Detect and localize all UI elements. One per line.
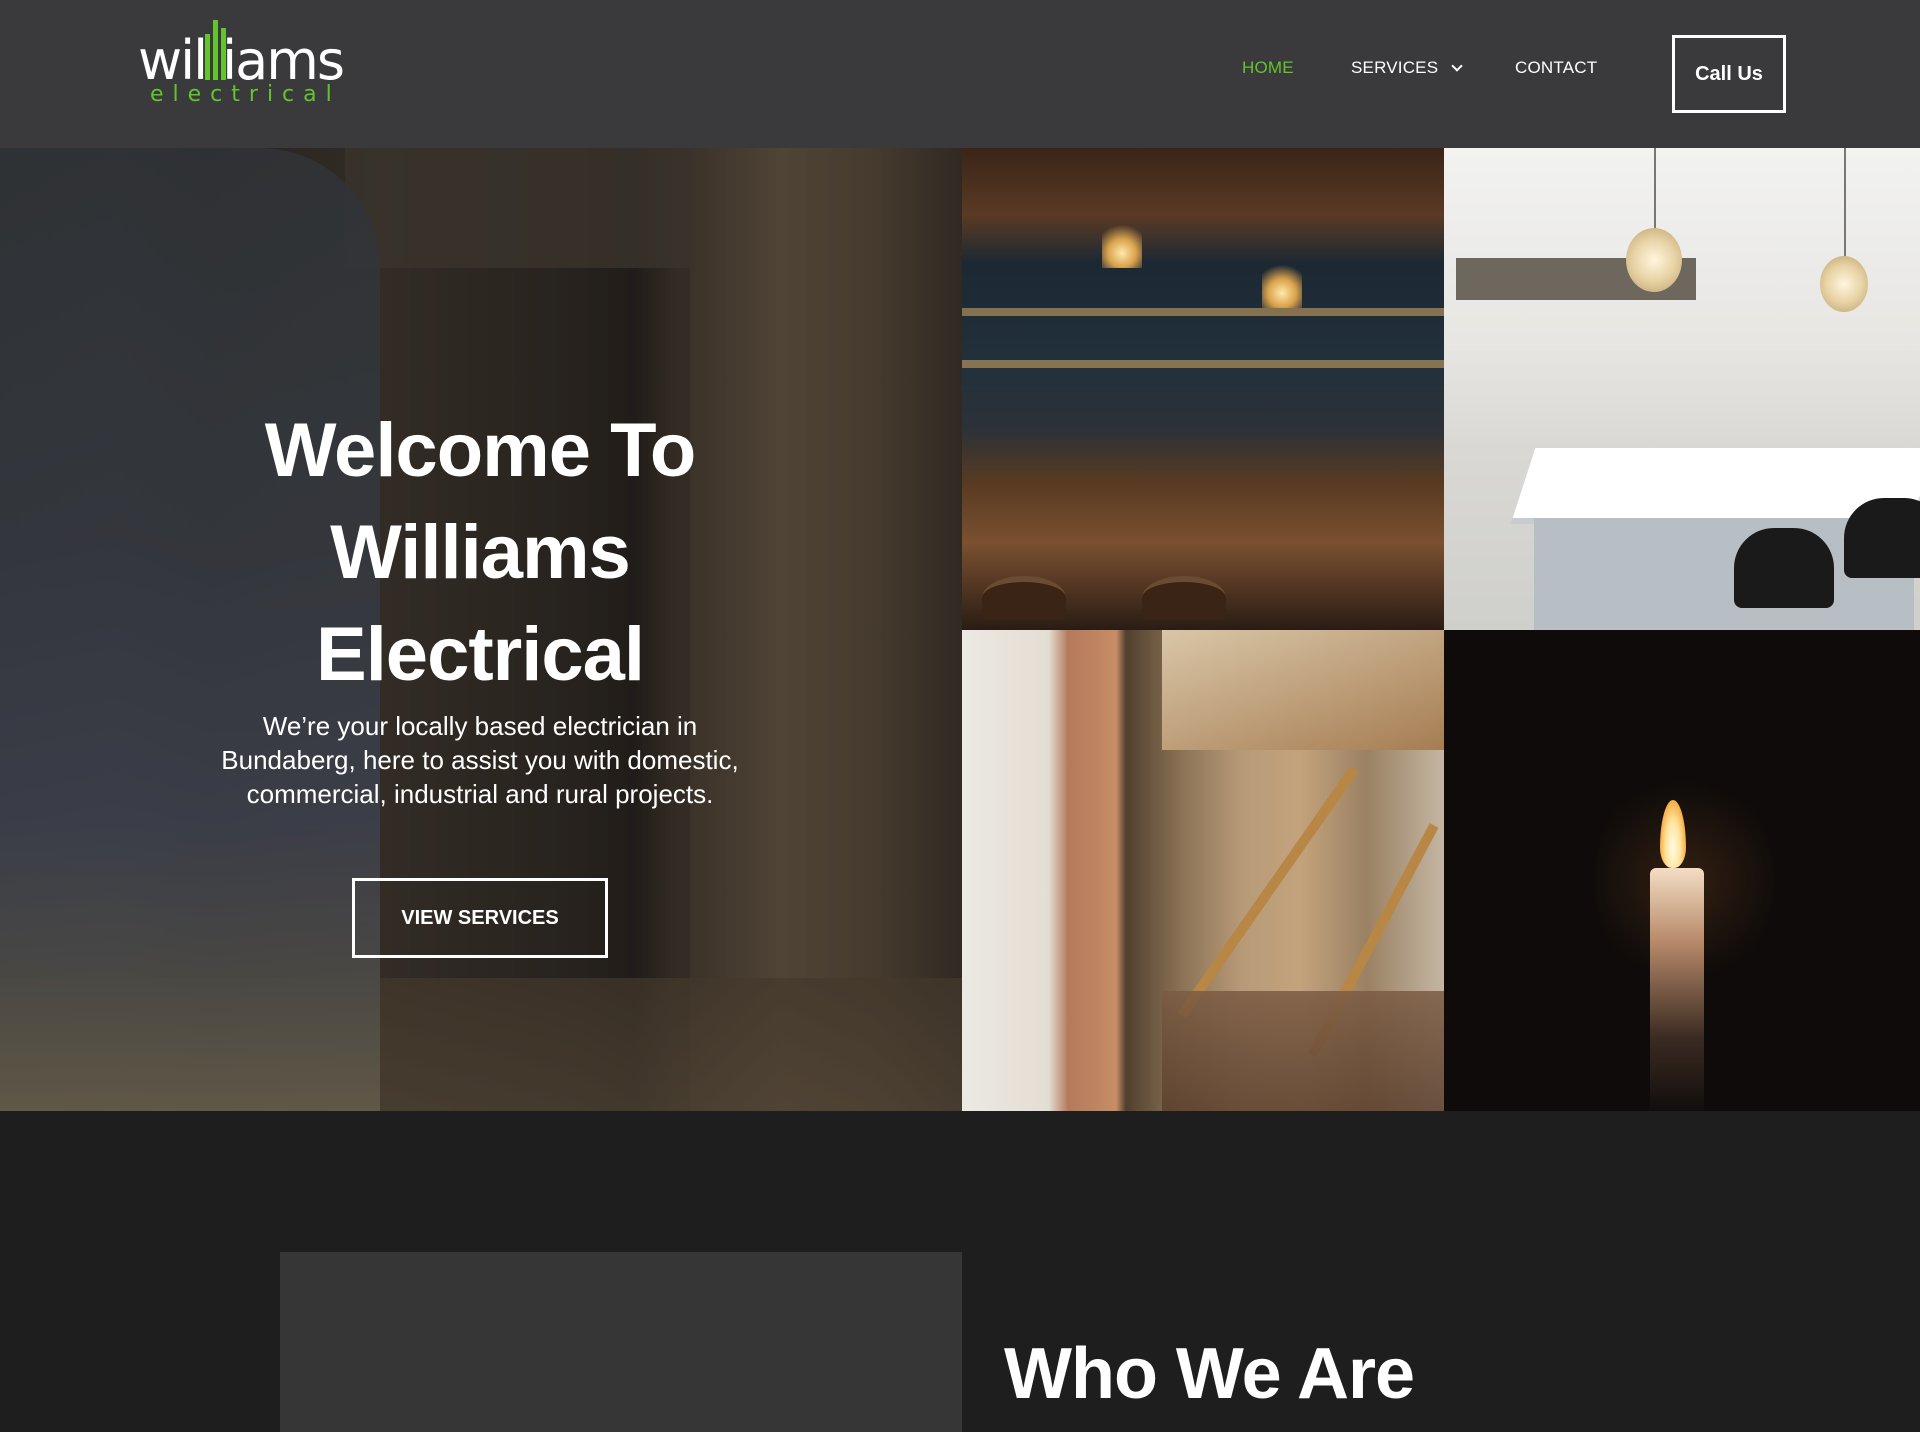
- hero-banner: Welcome To Williams Electrical We’re you…: [0, 148, 962, 1111]
- hero-title-line-1: Welcome To: [264, 408, 697, 493]
- call-us-button[interactable]: Call Us: [1672, 35, 1786, 113]
- view-services-button[interactable]: VIEW SERVICES: [352, 878, 608, 958]
- about-title: Who We Are: [1004, 1334, 1415, 1414]
- renovation-photo: [962, 630, 1444, 1111]
- site-header: wil iams electrical HOME SERVICES CONTACT…: [0, 0, 1920, 148]
- kitchen-photo: [1444, 148, 1920, 630]
- bar-photo: [962, 148, 1444, 630]
- logo-wordmark: wil iams: [138, 29, 345, 92]
- nav-contact-link[interactable]: CONTACT: [1515, 56, 1597, 80]
- candle-photo: [1444, 630, 1920, 1111]
- chevron-down-icon: [1451, 59, 1463, 72]
- hero-title: Welcome To Williams Electrical: [180, 400, 780, 706]
- nav-home-link[interactable]: HOME: [1242, 56, 1294, 80]
- williams-electrical-logo[interactable]: wil iams electrical: [138, 18, 348, 112]
- candle-body: [1650, 868, 1704, 1111]
- logo-subtitle: electrical: [150, 82, 341, 107]
- nav-services-link[interactable]: SERVICES: [1351, 56, 1463, 80]
- nav-services-label: SERVICES: [1351, 58, 1439, 77]
- hero-description: We’re your locally based electrician in …: [221, 711, 739, 809]
- hero-title-line-3: Electrical: [316, 612, 645, 697]
- about-image-placeholder: [280, 1252, 962, 1432]
- hero-title-line-2: Williams: [330, 510, 631, 595]
